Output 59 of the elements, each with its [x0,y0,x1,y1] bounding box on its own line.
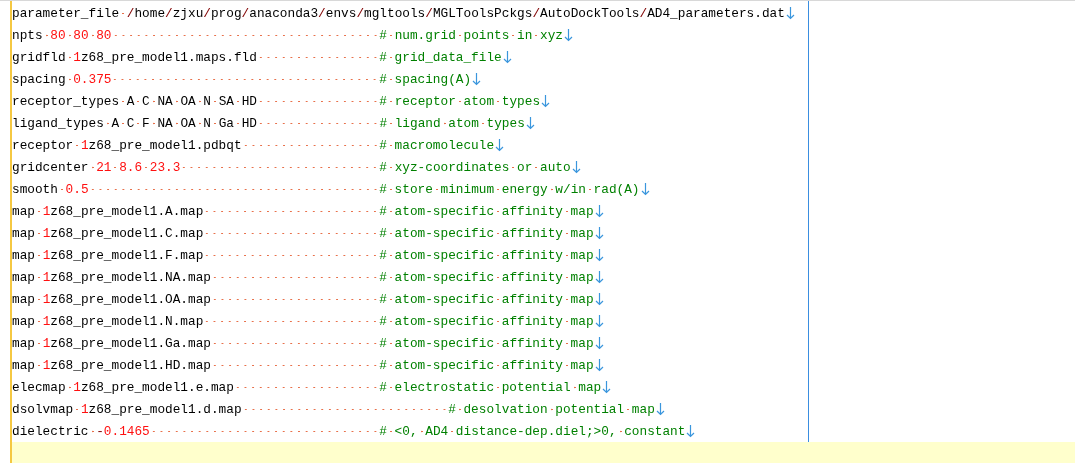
comment-text: # store minimum energy w/in rad(A) [379,181,640,197]
comment-text: # atom-specific affinity map [379,335,594,351]
comment-text: # desolvation potential map [448,401,655,417]
code-text: map 1z68_pre_model1.F.map [12,247,204,263]
comment-text: # ligand atom types [379,115,525,131]
newline-icon [502,50,512,64]
newline-icon [594,204,604,218]
comment-text: # atom-specific affinity map [379,203,594,219]
newline-icon [785,6,795,20]
code-text: ligand_types A C F NA OA N Ga HD [12,115,257,131]
comment-text: # spacing(A) [379,71,472,87]
newline-icon [594,292,604,306]
newline-icon [602,380,612,394]
code-text: dsolvmap 1z68_pre_model1.d.map [12,401,242,417]
code-text: receptor_types A C NA OA N SA HD [12,93,257,109]
comment-text: # grid_data_file [379,49,502,65]
code-text: dielectric -0.1465 [12,423,150,439]
code-text: npts 80 80 80 [12,27,112,43]
code-text: map 1z68_pre_model1.N.map [12,313,204,329]
newline-icon [472,72,482,86]
code-text: map 1z68_pre_model1.C.map [12,225,204,241]
code-text: parameter_file /home/zjxu/prog/anaconda3/envs/mgltools/MGLToolsPckgs/AutoDockTools/AD4_parameters.dat [12,5,785,21]
code-text: receptor 1z68_pre_model1.pdbqt [12,137,242,153]
comment-text: # xyz-coordinates or auto [379,159,571,175]
comment-text: # atom-specific affinity map [379,247,594,263]
comment-text: # atom-specific affinity map [379,269,594,285]
comment-text: # macromolecule [379,137,495,153]
code-text: smooth 0.5 [12,181,89,197]
newline-icon [594,314,604,328]
newline-icon [640,182,650,196]
comment-text: # electrostatic potential map [379,379,602,395]
newline-icon [686,424,696,438]
newline-icon [594,358,604,372]
newline-icon [655,402,665,416]
comment-text: # receptor atom types [379,93,541,109]
newline-icon [594,270,604,284]
code-text: map 1z68_pre_model1.Ga.map [12,335,211,351]
comment-text: # <0, AD4 distance-dep.diel;>0, constant [379,423,686,439]
code-text: gridfld 1z68_pre_model1.maps.fld [12,49,257,65]
code-text: spacing 0.375 [12,71,112,87]
newline-icon [594,336,604,350]
code-text: elecmap 1z68_pre_model1.e.map [12,379,234,395]
code-text: map 1z68_pre_model1.HD.map [12,357,211,373]
newline-icon [594,226,604,240]
newline-icon [525,116,535,130]
code-text: gridcenter 21 8.6 23.3 [12,159,181,175]
newline-icon [594,248,604,262]
comment-text: # atom-specific affinity map [379,313,594,329]
code-text: map 1z68_pre_model1.OA.map [12,291,211,307]
comment-text: # atom-specific affinity map [379,225,594,241]
comment-text: # atom-specific affinity map [379,357,594,373]
newline-icon [495,138,505,152]
code-text: map 1z68_pre_model1.NA.map [12,269,211,285]
newline-icon [571,160,581,174]
newline-icon [541,94,551,108]
newline-icon [564,28,573,42]
comment-text: # atom-specific affinity map [379,291,594,307]
code-text: map 1z68_pre_model1.A.map [12,203,204,219]
comment-text: # num.grid points in xyz [379,27,563,43]
